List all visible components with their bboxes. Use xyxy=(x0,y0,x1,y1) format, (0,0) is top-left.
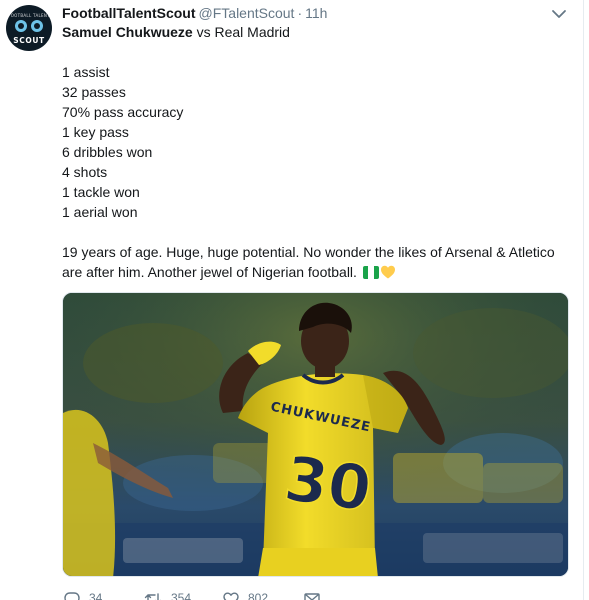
avatar-main-text: SCOUT xyxy=(13,36,45,45)
stat-line: 1 tackle won xyxy=(62,184,140,200)
reply-icon xyxy=(64,592,80,600)
chevron-down-icon[interactable] xyxy=(551,8,567,20)
separator-dot: · xyxy=(297,5,303,21)
stat-line: 1 aerial won xyxy=(62,204,138,220)
paragraph-line: 19 years of age. Huge, huge potential. N… xyxy=(62,244,555,260)
stat-line: 32 passes xyxy=(62,84,126,100)
stat-line: 1 assist xyxy=(62,64,110,80)
yellow-heart-icon xyxy=(380,265,395,279)
avatar-top-text: FOOTBALL TALENT xyxy=(8,13,50,18)
envelope-icon xyxy=(304,593,320,600)
tweet-actions: 34 354 802 xyxy=(62,588,482,600)
reply-count: 34 xyxy=(89,591,103,600)
tweet-photo[interactable]: CHUKWUEZE 30 xyxy=(62,292,569,577)
player-photo: CHUKWUEZE 30 xyxy=(63,293,568,576)
tweet-text: Samuel Chukwueze vs Real Madrid 1 assist… xyxy=(62,22,567,282)
stat-line: 1 key pass xyxy=(62,124,129,140)
like-count: 802 xyxy=(248,591,269,600)
stat-line: 70% pass accuracy xyxy=(62,104,184,120)
like-button[interactable]: 802 xyxy=(223,588,268,600)
column-divider xyxy=(583,0,584,600)
heart-outline-icon xyxy=(223,592,239,600)
retweet-count: 354 xyxy=(171,591,192,600)
retweet-button[interactable]: 354 xyxy=(144,588,191,600)
tweet-timestamp[interactable]: 11h xyxy=(305,5,327,21)
paragraph-text: are after him. Another jewel of Nigerian… xyxy=(62,264,357,280)
subject-name: Samuel Chukwueze xyxy=(62,24,193,40)
soccer-ball-icon xyxy=(15,20,27,32)
display-name[interactable]: FootballTalentScout xyxy=(62,5,196,21)
subject-rest: vs Real Madrid xyxy=(192,24,290,40)
tweet-header: FootballTalentScout @FTalentScout · 11h xyxy=(62,4,327,22)
jersey-number: 30 xyxy=(280,442,376,526)
nigeria-flag-icon xyxy=(362,266,379,279)
avatar[interactable]: FOOTBALL TALENT SCOUT xyxy=(6,5,52,51)
stat-line: 6 dribbles won xyxy=(62,144,153,160)
retweet-icon xyxy=(144,593,161,600)
reply-button[interactable]: 34 xyxy=(64,588,102,600)
soccer-ball-icon xyxy=(31,20,43,32)
user-handle[interactable]: @FTalentScout xyxy=(199,5,295,21)
paragraph-line-2: are after him. Another jewel of Nigerian… xyxy=(62,262,567,282)
stat-line: 4 shots xyxy=(62,164,108,180)
tweet-card[interactable]: FOOTBALL TALENT SCOUT FootballTalentScou… xyxy=(0,0,589,600)
direct-message-button[interactable] xyxy=(304,588,320,600)
tweet-subject-line: Samuel Chukwueze vs Real Madrid xyxy=(62,22,567,42)
